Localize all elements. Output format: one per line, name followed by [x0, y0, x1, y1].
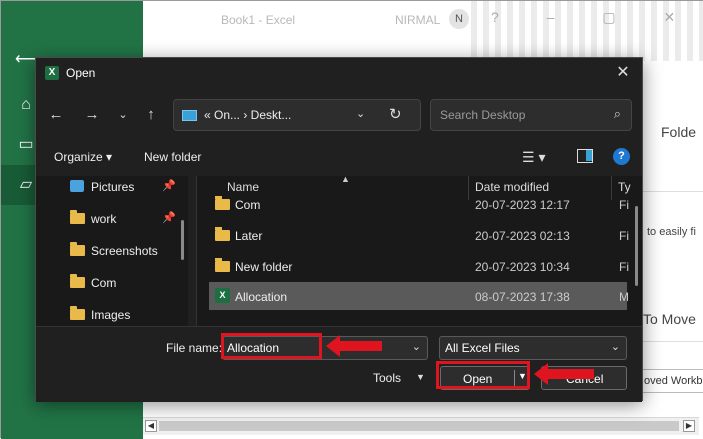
- sidebar-item-label: Screenshots: [91, 244, 158, 258]
- search-input[interactable]: Search Desktop ⌕: [430, 99, 632, 131]
- back-arrow-icon[interactable]: ←: [45, 104, 67, 126]
- folder-heading: Folde: [661, 124, 697, 140]
- navigation-pane: Pictures 📌 work 📌 Screenshots Com Images: [36, 176, 188, 326]
- folder-icon: [70, 210, 85, 224]
- annotation-arrow-open: [534, 363, 594, 385]
- file-date: 20-07-2023 10:34: [475, 260, 570, 274]
- folder-icon: [70, 242, 85, 256]
- dialog-toolbar: Organize ▾ New folder ☰ ▾ ?: [36, 140, 642, 176]
- file-name: New folder: [235, 260, 293, 274]
- file-list: ▲ Name Date modified Ty Com 20-07-2023 1…: [196, 176, 642, 326]
- dialog-titlebar: X Open ✕: [36, 58, 642, 88]
- file-type: Fi: [619, 229, 629, 243]
- file-row-new-folder[interactable]: New folder 20-07-2023 10:34 Fi: [209, 252, 629, 280]
- divider: [643, 191, 703, 192]
- file-date: 20-07-2023 02:13: [475, 229, 570, 243]
- sidebar-item-pictures[interactable]: Pictures 📌: [70, 176, 180, 198]
- sidebar-item-work[interactable]: work 📌: [70, 208, 180, 230]
- file-row-com[interactable]: Com 20-07-2023 12:17 Fi: [209, 190, 629, 218]
- folder-icon: [215, 227, 230, 241]
- app-title: Book1 - Excel: [221, 13, 296, 27]
- close-button[interactable]: ✕: [612, 62, 634, 84]
- address-dropdown-icon[interactable]: ⌄: [356, 107, 365, 120]
- file-name: Later: [235, 229, 263, 243]
- avatar[interactable]: N: [449, 9, 469, 29]
- move-heading: To Move: [643, 311, 696, 327]
- scroll-left-icon[interactable]: ◀: [145, 420, 157, 432]
- chevron-down-icon[interactable]: ⌄: [611, 340, 620, 353]
- this-pc-icon: [182, 110, 197, 121]
- sidebar-item-label: Pictures: [91, 180, 135, 194]
- pin-icon: 📌: [162, 180, 176, 192]
- new-document-icon[interactable]: ▭: [15, 134, 37, 156]
- file-name-label: File name:: [166, 341, 223, 355]
- sidebar-item-screenshots[interactable]: Screenshots: [70, 240, 180, 262]
- file-name: Com: [235, 198, 261, 212]
- file-row-later[interactable]: Later 20-07-2023 02:13 Fi: [209, 221, 629, 249]
- navigation-pane-scrollbar[interactable]: [181, 220, 184, 260]
- file-row-allocation[interactable]: X Allocation 08-07-2023 17:38 M: [209, 282, 629, 310]
- open-folder-icon: ▱: [19, 176, 33, 193]
- search-placeholder: Search Desktop: [440, 108, 526, 122]
- pictures-icon: [70, 180, 84, 192]
- organize-menu[interactable]: Organize ▾: [54, 150, 112, 164]
- pin-icon: 📌: [162, 212, 176, 224]
- file-type: Fi: [619, 260, 629, 274]
- excel-logo-icon: X: [45, 66, 59, 80]
- sidebar-item-label: Images: [91, 308, 131, 322]
- file-type: M: [619, 290, 629, 304]
- tools-menu[interactable]: Tools: [373, 371, 401, 385]
- sidebar-item-label: work: [91, 212, 117, 226]
- folder-icon: [70, 274, 85, 288]
- file-list-scrollbar[interactable]: [635, 206, 638, 286]
- file-date: 20-07-2023 12:17: [475, 198, 570, 212]
- forward-arrow-icon[interactable]: →: [81, 104, 103, 126]
- dialog-title: Open: [66, 66, 96, 80]
- folder-icon: [70, 306, 85, 320]
- file-type-select[interactable]: All Excel Files ⌄: [439, 336, 627, 360]
- file-date: 08-07-2023 17:38: [475, 290, 570, 304]
- tools-dropdown-icon[interactable]: ▼: [416, 372, 425, 382]
- sidebar-item-com[interactable]: Com: [70, 272, 180, 294]
- file-type: Fi: [619, 198, 629, 212]
- navigation-bar: ← → ⌄ ↑ « On... › Deskt... ⌄ ↻ Search De…: [36, 88, 642, 140]
- excel-file-icon: X: [215, 288, 230, 303]
- file-name: Allocation: [235, 290, 288, 304]
- chevron-down-icon[interactable]: ⌄: [412, 340, 421, 353]
- help-icon[interactable]: ?: [613, 148, 630, 165]
- address-path[interactable]: « On... › Deskt...: [204, 108, 291, 122]
- recent-locations-chevron-icon[interactable]: ⌄: [112, 104, 134, 126]
- view-options-icon[interactable]: ☰ ▾: [522, 149, 545, 166]
- folder-icon: [215, 258, 230, 272]
- scroll-right-icon[interactable]: ▶: [683, 420, 695, 432]
- moved-workbook-button[interactable]: oved Workb: [637, 369, 703, 393]
- sidebar-item-images[interactable]: Images: [70, 304, 180, 326]
- user-name: NIRMAL: [395, 13, 441, 27]
- file-type-value: All Excel Files: [445, 341, 520, 355]
- window-controls[interactable]: ? – ▢ ✕: [491, 9, 697, 26]
- search-icon[interactable]: ⌕: [614, 106, 621, 122]
- new-folder-button[interactable]: New folder: [144, 150, 201, 164]
- back-arrow-icon[interactable]: ⟵: [15, 49, 38, 71]
- up-arrow-icon[interactable]: ↑: [140, 104, 162, 126]
- address-bar[interactable]: « On... › Deskt... ⌄ ↻: [173, 99, 421, 131]
- refresh-icon[interactable]: ↻: [389, 105, 402, 123]
- scroll-thumb[interactable]: [159, 421, 679, 431]
- sidebar-item-label: Com: [91, 276, 117, 290]
- sort-ascending-icon: ▲: [341, 176, 350, 184]
- folder-icon: [215, 196, 230, 210]
- home-icon[interactable]: ⌂: [15, 94, 37, 116]
- annotation-arrow-filename: [326, 335, 382, 357]
- annotation-highlight-filename: [221, 333, 322, 359]
- horizontal-scrollbar[interactable]: ◀ ▶: [143, 417, 699, 435]
- divider: [643, 341, 703, 342]
- annotation-highlight-open: [436, 361, 530, 389]
- preview-pane-icon[interactable]: [577, 149, 593, 163]
- info-text: to easily fi: [647, 226, 696, 238]
